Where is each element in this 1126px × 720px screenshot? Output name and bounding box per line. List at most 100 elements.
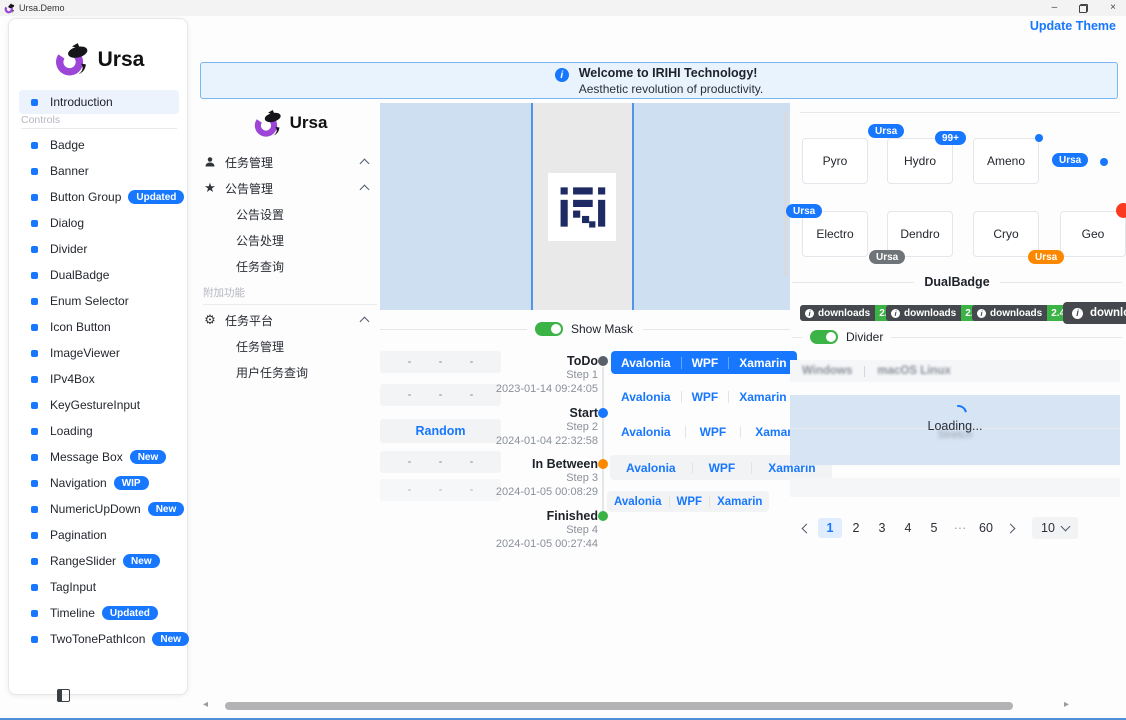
page-ellipsis[interactable]: ···	[948, 518, 972, 538]
scroll-right-icon[interactable]: ▸	[1064, 699, 1069, 710]
sidebar-item-pagination[interactable]: Pagination	[19, 522, 185, 548]
tab-macos-linux[interactable]: macOS Linux	[865, 365, 963, 377]
collapse-sidebar-button[interactable]	[57, 689, 73, 705]
bullet-icon	[31, 99, 38, 106]
timeline-dot-gray	[598, 356, 608, 366]
avalonia-button[interactable]: Avalonia	[607, 425, 685, 439]
status-badge: WIP	[114, 476, 149, 490]
tab-windows[interactable]: Windows	[790, 365, 864, 377]
page-button-5[interactable]: 5	[922, 518, 946, 538]
scroll-left-icon[interactable]: ◂	[203, 699, 208, 710]
page-button-1[interactable]: 1	[818, 518, 842, 538]
wpf-button[interactable]: WPF	[686, 425, 741, 439]
bullet-icon	[31, 220, 38, 227]
restore-icon[interactable]	[1079, 4, 1088, 13]
sidebar-item-ipv4box[interactable]: IPv4Box	[19, 366, 185, 392]
page-size-select[interactable]: 10	[1032, 517, 1078, 539]
update-theme-button[interactable]: Update Theme	[1030, 19, 1116, 33]
page-button-3[interactable]: 3	[870, 518, 894, 538]
sidebar-item-divider[interactable]: Divider	[19, 236, 185, 262]
xamarin-button[interactable]: Xamarin	[729, 356, 796, 370]
bullet-icon	[31, 350, 38, 357]
sidebar-item-taginput[interactable]: TagInput	[19, 574, 185, 600]
menu-item-task-query[interactable]: 任务查询	[200, 253, 380, 279]
sidebar-item-enum-selector[interactable]: Enum Selector	[19, 288, 185, 314]
avalonia-button[interactable]: Avalonia	[607, 496, 669, 508]
show-mask-row: Show Mask	[380, 321, 790, 337]
wpf-button[interactable]: WPF	[682, 356, 729, 370]
xamarin-button[interactable]: Xamarin	[729, 390, 796, 404]
sidebar-item-banner[interactable]: Banner	[19, 158, 185, 184]
sidebar-item-message-box[interactable]: Message BoxNew	[19, 444, 185, 470]
page-button-60[interactable]: 60	[974, 518, 998, 538]
minimize-icon[interactable]: –	[1052, 0, 1058, 16]
show-mask-toggle[interactable]	[535, 322, 563, 336]
dualbadge-downloads: idownloads 2.4k	[972, 305, 1075, 321]
avalonia-button[interactable]: Avalonia	[611, 390, 681, 404]
menu-item-task-mgmt[interactable]: 任务管理	[200, 149, 380, 175]
badge-card-pyro: Pyro	[802, 138, 868, 184]
bullet-icon	[31, 428, 38, 435]
mask-left-line[interactable]	[531, 103, 533, 310]
bullet-icon	[31, 376, 38, 383]
image-viewer[interactable]	[380, 103, 790, 310]
sidebar-item-twotonepathicon[interactable]: TwoTonePathIconNew	[19, 626, 185, 652]
sidebar-item-numericupdown[interactable]: NumericUpDownNew	[19, 496, 185, 522]
avalonia-button[interactable]: Avalonia	[610, 461, 692, 475]
menu-item-announce-process[interactable]: 公告处理	[200, 227, 380, 253]
menu-logo: Ursa	[200, 105, 380, 141]
horizontal-scrollbar-thumb[interactable]	[225, 702, 1013, 710]
bullet-icon	[31, 584, 38, 591]
divider-demo-row: Divider	[792, 330, 1122, 344]
sidebar-item-imageviewer[interactable]: ImageViewer	[19, 340, 185, 366]
menu-item-announce-settings[interactable]: 公告设置	[200, 201, 380, 227]
divider-label: Divider	[846, 330, 883, 344]
show-mask-label: Show Mask	[571, 322, 633, 336]
chevron-up-icon[interactable]	[360, 317, 370, 327]
sidebar-item-navigation[interactable]: NavigationWIP	[19, 470, 185, 496]
bullet-icon	[31, 272, 38, 279]
page-button-2[interactable]: 2	[844, 518, 868, 538]
sidebar-item-rangeslider[interactable]: RangeSliderNew	[19, 548, 185, 574]
bullet-icon	[31, 480, 38, 487]
sidebar-item-timeline[interactable]: TimelineUpdated	[19, 600, 185, 626]
ursa-logo-icon	[253, 110, 283, 137]
sidebar-item-introduction[interactable]: Introduction	[19, 90, 179, 114]
menu-item-task-platform[interactable]: ⚙ 任务平台	[200, 307, 380, 333]
prev-page-button[interactable]	[796, 518, 816, 538]
user-icon	[203, 156, 217, 168]
wpf-button[interactable]: WPF	[682, 390, 729, 404]
chevron-up-icon[interactable]	[360, 185, 370, 195]
wpf-button[interactable]: WPF	[693, 461, 752, 475]
info-icon: i	[805, 309, 814, 318]
sidebar-item-badge[interactable]: Badge	[19, 132, 185, 158]
dualbadge-divider: DualBadge	[792, 275, 1122, 289]
sidebar-item-dualbadge[interactable]: DualBadge	[19, 262, 185, 288]
close-icon[interactable]: ×	[1110, 0, 1116, 16]
chevron-up-icon[interactable]	[360, 159, 370, 169]
menu-section-divider	[203, 304, 377, 305]
menu-item-task-mgmt2[interactable]: 任务管理	[200, 333, 380, 359]
sidebar-item-icon-button[interactable]: Icon Button	[19, 314, 185, 340]
menu-item-announce-mgmt[interactable]: ★ 公告管理	[200, 175, 380, 201]
avalonia-button[interactable]: Avalonia	[611, 356, 681, 370]
button-group-solid: Avalonia WPF Xamarin	[611, 351, 797, 374]
mask-right-line[interactable]	[632, 103, 634, 310]
sidebar-item-dialog[interactable]: Dialog	[19, 210, 185, 236]
xamarin-button[interactable]: Xamarin	[710, 496, 769, 508]
menu-item-user-task-query[interactable]: 用户任务查询	[200, 359, 380, 385]
sidebar-item-button-group[interactable]: Button GroupUpdated	[19, 184, 185, 210]
ursa-logo-text: Ursa	[98, 48, 145, 72]
menu-logo-text: Ursa	[290, 113, 328, 133]
next-page-button[interactable]	[1000, 518, 1020, 538]
vertical-scrollbar-thumb[interactable]	[784, 111, 787, 276]
sidebar-item-loading[interactable]: Loading	[19, 418, 185, 444]
page-button-4[interactable]: 4	[896, 518, 920, 538]
panel-layout-icon	[57, 689, 70, 702]
sidebar-item-keygestureinput[interactable]: KeyGestureInput	[19, 392, 185, 418]
timeline-dot-green	[598, 511, 608, 521]
gear-icon: ⚙	[203, 312, 217, 328]
wpf-button[interactable]: WPF	[670, 496, 710, 508]
button-group-plain: Avalonia WPF Xamarin	[611, 387, 797, 407]
divider-toggle[interactable]	[810, 330, 838, 344]
